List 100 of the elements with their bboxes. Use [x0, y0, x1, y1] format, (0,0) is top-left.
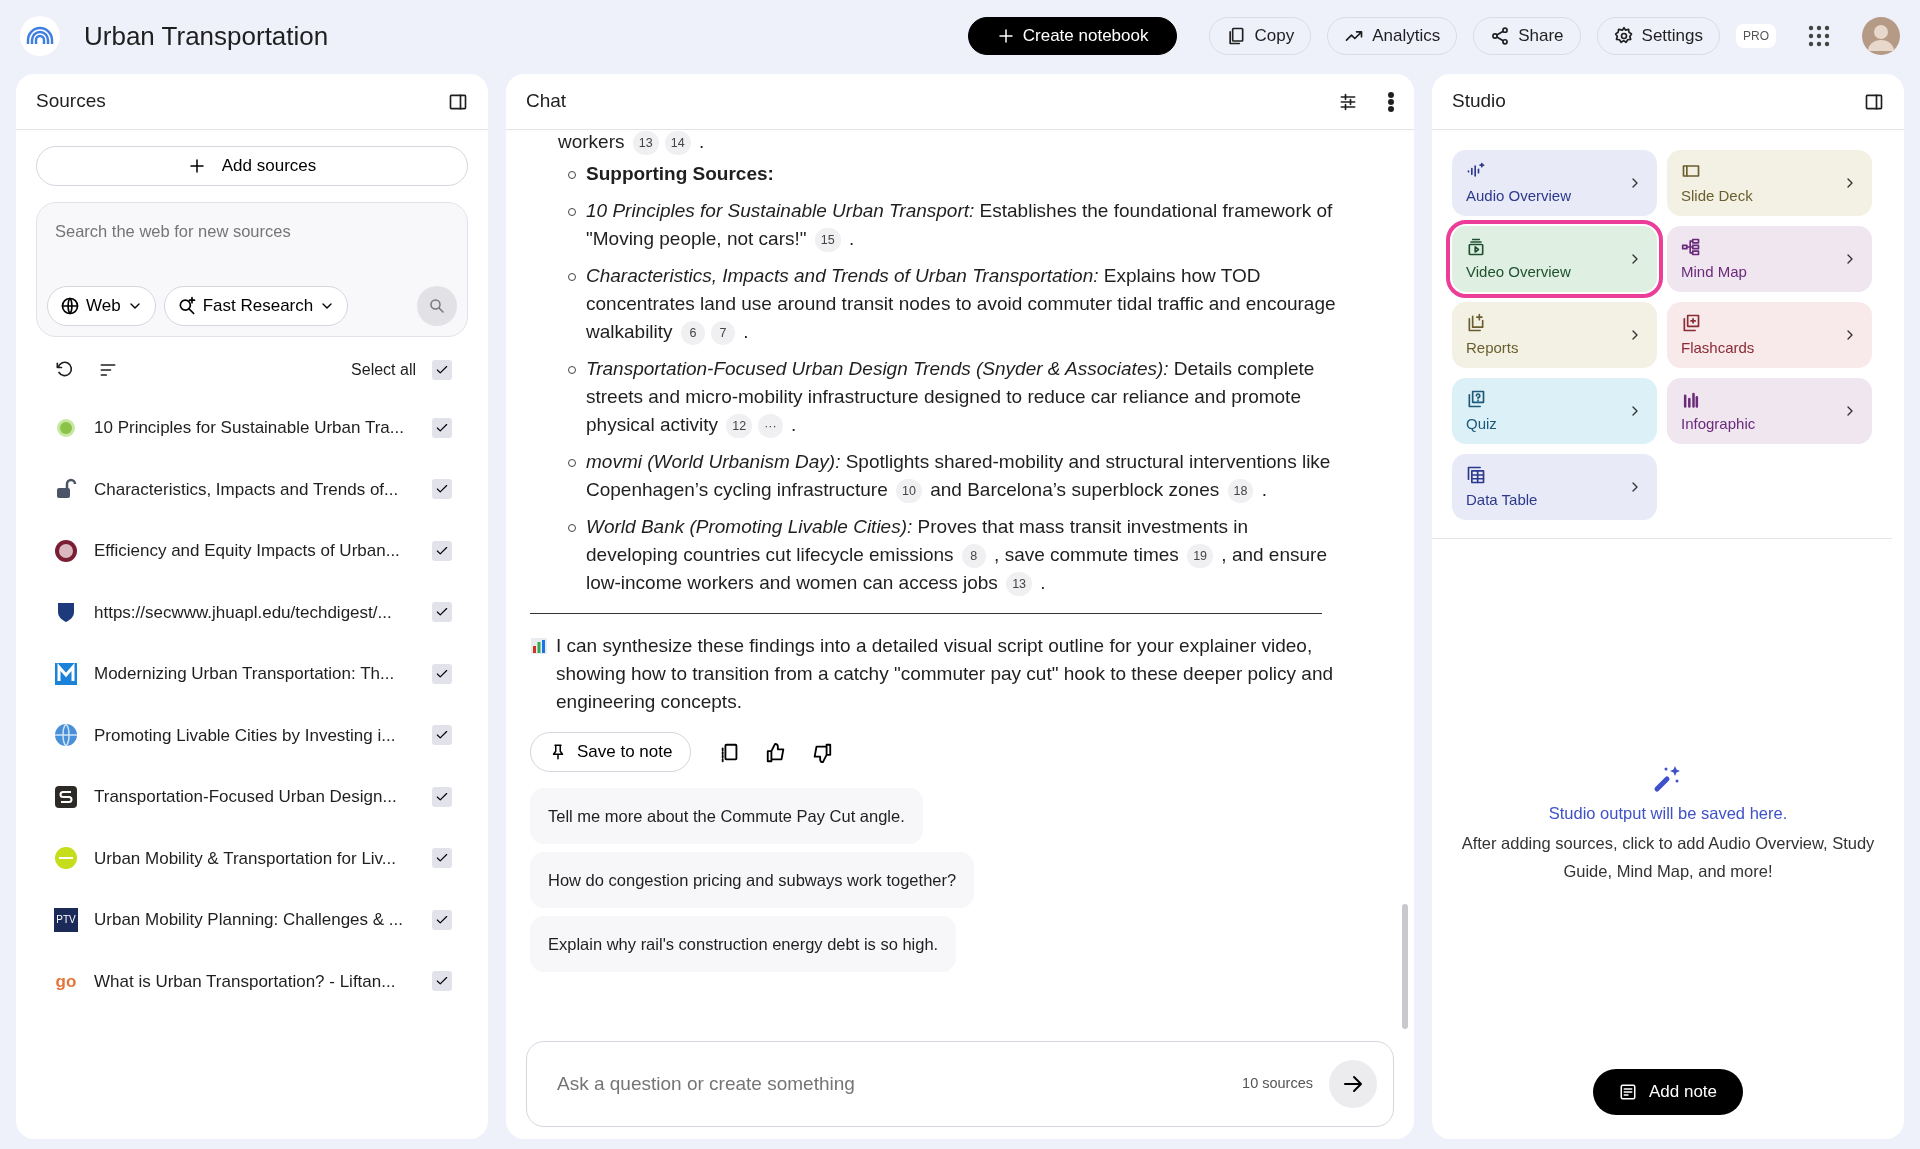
- search-button[interactable]: [417, 286, 457, 326]
- studio-tile[interactable]: Flashcards: [1667, 302, 1872, 368]
- chat-input-box[interactable]: Ask a question or create something 10 sources: [526, 1041, 1394, 1127]
- notebook-title: Urban Transportation: [84, 19, 329, 53]
- source-title: 10 Principles for Sustainable Urban Tra...: [94, 417, 405, 439]
- bullet-text: Characteristics, Impacts and Trends of Urban Transportation: Explains how TOD concentrates land use around transit nodes to avoid commuter tidal traffic and encourage walkability 6 7 .: [586, 262, 1344, 346]
- citation-chip[interactable]: 19: [1187, 544, 1214, 568]
- share-button[interactable]: Share: [1473, 17, 1581, 55]
- source-checkbox[interactable]: [432, 663, 452, 684]
- source-item[interactable]: Promoting Livable Cities by Investing i...: [16, 704, 488, 766]
- studio-tile[interactable]: Quiz: [1452, 378, 1657, 444]
- select-all-label: Select all: [351, 360, 416, 380]
- favicon-icon: [54, 846, 78, 871]
- plus-icon: [996, 27, 1015, 45]
- source-item[interactable]: Characteristics, Impacts and Trends of...: [16, 458, 488, 520]
- web-search-field[interactable]: Search the web for new sources: [47, 219, 457, 279]
- panel-title: Sources: [36, 89, 106, 114]
- settings-icon: [1613, 26, 1634, 46]
- analytics-button[interactable]: Analytics: [1327, 17, 1458, 55]
- web-search-box[interactable]: Search the web for new sources Web Fast Research: [36, 202, 468, 337]
- source-item[interactable]: Modernizing Urban Transportation: Th...: [16, 643, 488, 705]
- logo-icon: [20, 16, 60, 56]
- send-button[interactable]: [1329, 1060, 1377, 1108]
- add-sources-button[interactable]: Add sources: [36, 146, 468, 186]
- bullet-text: movmi (World Urbanism Day): Spotlights shared-mobility and structural interventions like Copenhagen’s cycling infrastructure 10 and Barcelona’s superblock zones 18 .: [586, 448, 1344, 504]
- bullet-text: 10 Principles for Sustainable Urban Transport: Establishes the foundational framework of "Moving people, not cars!" 15 .: [586, 197, 1344, 253]
- studio-tile[interactable]: Infographic: [1667, 378, 1872, 444]
- video-icon: [1466, 236, 1486, 257]
- source-title: What is Urban Transportation? - Liftan...: [94, 970, 397, 993]
- reports-icon: [1466, 312, 1486, 333]
- more-icon[interactable]: [1388, 91, 1394, 112]
- favicon-icon: PTV: [54, 907, 78, 932]
- source-checkbox[interactable]: [432, 725, 452, 746]
- favicon-icon: [54, 723, 78, 748]
- source-checkbox[interactable]: [432, 848, 452, 869]
- research-mode-dropdown[interactable]: Fast Research: [163, 286, 349, 326]
- source-title: Characteristics, Impacts and Trends of...: [94, 478, 400, 501]
- source-item[interactable]: https://secwww.jhuapl.edu/techdigest/...: [16, 581, 488, 643]
- suggested-question[interactable]: Explain why rail's construction energy debt is so high.: [530, 916, 957, 972]
- bullet-text: World Bank (Promoting Livable Cities): Proves that mass transit investments in developing countries cut lifecycle emissions 8 , save commute times 19 , and ensure low-income workers and women can access jobs 13 .: [586, 513, 1344, 597]
- web-dropdown[interactable]: Web: [47, 286, 156, 326]
- source-title: Promoting Livable Cities by Investing i...: [94, 724, 397, 747]
- citation-chip[interactable]: 13: [632, 131, 659, 155]
- suggested-question[interactable]: Tell me more about the Commute Pay Cut angle.: [530, 788, 923, 844]
- suggested-question[interactable]: How do congestion pricing and subways work together?: [530, 852, 975, 908]
- scrollbar-thumb[interactable]: [1402, 904, 1408, 1029]
- copy-icon: [1226, 26, 1247, 46]
- create-notebook-button[interactable]: Create notebook: [967, 17, 1178, 55]
- globe-icon: [60, 296, 80, 316]
- source-title: https://secwww.jhuapl.edu/techdigest/...: [94, 601, 393, 624]
- studio-tile[interactable]: Reports: [1452, 302, 1657, 368]
- favicon-icon: [54, 661, 78, 686]
- source-title: Urban Mobility Planning: Challenges & ...: [94, 909, 404, 931]
- source-item[interactable]: 10 Principles for Sustainable Urban Tra...: [16, 397, 488, 459]
- citation-chip[interactable]: 7: [710, 321, 735, 345]
- panel-title: Studio: [1452, 89, 1506, 114]
- pro-badge: PRO: [1736, 24, 1776, 48]
- citation-chip[interactable]: 10: [896, 479, 922, 503]
- citation-chip[interactable]: 18: [1227, 479, 1254, 503]
- bar-chart-icon: [530, 637, 548, 655]
- share-icon: [1490, 26, 1511, 46]
- search-icon: [428, 297, 446, 315]
- apps-grid-icon[interactable]: [1808, 25, 1830, 47]
- quiz-icon: [1466, 388, 1486, 409]
- source-checkbox[interactable]: [432, 909, 452, 930]
- citation-chip[interactable]: ···: [758, 414, 783, 438]
- citation-chip[interactable]: 8: [961, 544, 986, 568]
- source-checkbox[interactable]: [432, 786, 452, 807]
- add-note-button[interactable]: Add note: [1592, 1069, 1744, 1115]
- source-item[interactable]: PTV Urban Mobility Planning: Challenges & ...: [16, 889, 488, 951]
- source-item[interactable]: Efficiency and Equity Impacts of Urban...: [16, 520, 488, 582]
- source-checkbox[interactable]: [432, 540, 452, 561]
- citation-chip[interactable]: 12: [726, 414, 753, 438]
- select-all-checkbox[interactable]: [432, 360, 452, 380]
- tune-icon[interactable]: [1338, 91, 1358, 112]
- citation-chip[interactable]: 6: [680, 321, 705, 345]
- source-checkbox[interactable]: [432, 602, 452, 623]
- bullet-text: Transportation-Focused Urban Design Trends (Snyder & Associates): Details complete streets and micro-mobility infrastructure designed to reduce car reliance and promote physical activity 12 ··· .: [586, 355, 1344, 439]
- favicon-icon: [54, 538, 78, 563]
- source-item[interactable]: Transportation-Focused Urban Design...: [16, 766, 488, 828]
- favicon-icon: [54, 784, 78, 809]
- source-checkbox[interactable]: [432, 417, 452, 438]
- settings-button[interactable]: Settings: [1596, 17, 1720, 55]
- citation-chip[interactable]: 15: [814, 228, 841, 252]
- source-title: Modernizing Urban Transportation: Th...: [94, 663, 396, 685]
- studio-tile[interactable]: Mind Map: [1667, 226, 1872, 292]
- studio-tile[interactable]: Audio Overview: [1452, 150, 1657, 216]
- bullet-heading: Supporting Sources:: [586, 162, 774, 186]
- source-checkbox[interactable]: [432, 479, 452, 500]
- citation-chip[interactable]: 14: [664, 131, 691, 155]
- studio-tile[interactable]: Data Table: [1452, 454, 1657, 520]
- save-to-note-button[interactable]: Save to note: [530, 732, 692, 772]
- mindmap-icon: [1681, 236, 1701, 257]
- plus-icon: [187, 157, 206, 175]
- studio-tile[interactable]: Slide Deck: [1667, 150, 1872, 216]
- copy-button[interactable]: Copy: [1209, 17, 1312, 55]
- source-checkbox[interactable]: [432, 971, 452, 992]
- citation-chip[interactable]: 13: [1006, 572, 1033, 596]
- source-item[interactable]: go What is Urban Transportation? - Liftan...: [16, 950, 488, 1012]
- source-item[interactable]: Urban Mobility & Transportation for Liv...: [16, 827, 488, 889]
